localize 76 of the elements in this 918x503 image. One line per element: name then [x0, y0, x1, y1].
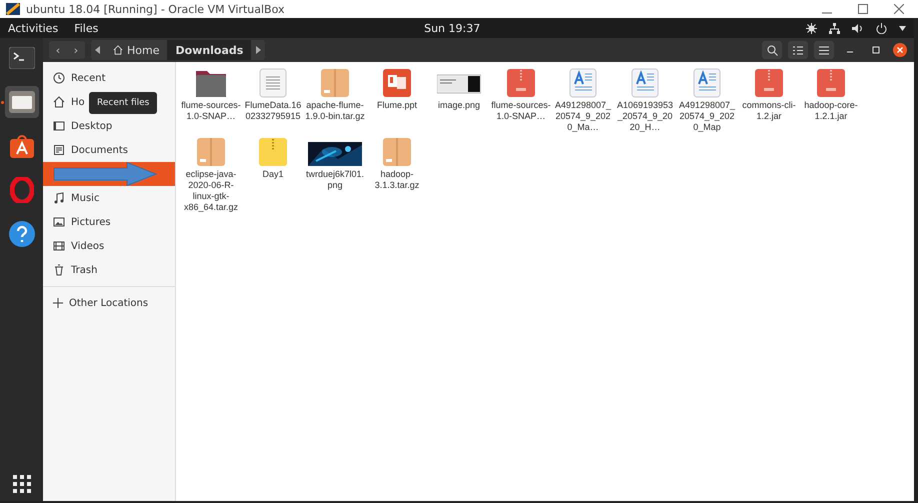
list-icon — [793, 46, 803, 54]
tooltip: Recent files — [89, 92, 158, 114]
file-name[interactable]: eclipse-java-2020-06-R-linux-gtk-x86_64.tar.gz — [181, 169, 241, 213]
text-file-icon — [257, 68, 289, 98]
document-icon — [629, 68, 661, 98]
archive-icon — [195, 137, 227, 167]
volume-icon[interactable] — [852, 22, 864, 34]
sidebar-item[interactable]: Desktop — [43, 114, 175, 138]
file-name[interactable]: A1069193953_20574_9_2020_H… — [615, 100, 675, 133]
file-name[interactable]: A491298007_20574_9_2020_Ma… — [553, 100, 613, 133]
menu-button[interactable] — [814, 41, 834, 59]
close-icon[interactable] — [892, 42, 908, 58]
accessibility-icon[interactable] — [806, 22, 817, 34]
search-button[interactable] — [762, 41, 782, 59]
archive-icon — [381, 137, 413, 167]
music-icon — [53, 192, 65, 204]
caret-icon[interactable] — [899, 26, 906, 30]
files-menu[interactable]: Files — [74, 22, 98, 34]
file-name[interactable]: hadoop-3.1.3.tar.gz — [367, 169, 427, 191]
ring-icon[interactable] — [10, 177, 34, 203]
activities-button[interactable]: Activities — [8, 22, 58, 34]
folder-icon[interactable] — [8, 91, 34, 113]
app-logo-icon — [6, 3, 20, 15]
desktop-icon — [53, 120, 65, 132]
file-name[interactable]: hadoop-core-1.2.1.jar — [801, 100, 861, 122]
file-name[interactable]: flume-sources-1.0-SNAP… — [491, 100, 551, 122]
network-icon[interactable] — [829, 22, 840, 34]
presentation-icon — [381, 68, 413, 98]
home-icon — [53, 96, 65, 108]
file-name[interactable]: flume-sources-1.0-SNAP… — [181, 100, 241, 122]
archive-icon — [319, 68, 351, 98]
help-icon[interactable] — [8, 221, 34, 247]
plus-icon — [53, 298, 63, 308]
videos-icon — [53, 240, 65, 252]
back-button[interactable]: ‹ — [49, 41, 67, 59]
sidebar-item[interactable]: Music — [43, 186, 175, 210]
folder-icon — [195, 68, 227, 98]
list-view-button[interactable] — [788, 41, 808, 59]
app-grid-icon[interactable] — [12, 475, 30, 493]
jar-archive-icon — [505, 68, 537, 98]
window-title: ubuntu 18.04 [Running] - Oracle VM VirtualBox — [26, 2, 284, 16]
file-name[interactable]: FlumeData.1602332795915 — [243, 100, 303, 122]
path-button[interactable]: Home — [105, 40, 168, 60]
clock[interactable]: Sun 19:37 — [114, 22, 790, 34]
sidebar-item[interactable]: Recent — [43, 66, 175, 90]
file-name[interactable]: A491298007_20574_9_2020_Map — [677, 100, 737, 133]
sidebar-item[interactable]: Pictures — [43, 210, 175, 234]
recent-icon — [53, 72, 65, 84]
terminal-icon[interactable] — [8, 47, 34, 69]
document-icon — [691, 68, 723, 98]
forward-button[interactable]: › — [67, 41, 85, 59]
sidebar-item[interactable]: Other Locations — [43, 291, 175, 315]
sidebar-item[interactable]: Videos — [43, 234, 175, 258]
documents-icon — [53, 144, 65, 156]
file-name[interactable]: apache-flume-1.9.0-bin.tar.gz — [305, 100, 365, 122]
shopping-bag-icon[interactable] — [10, 134, 34, 158]
search-icon — [766, 44, 778, 56]
menu-icon — [819, 46, 829, 54]
jar-archive-icon — [753, 68, 785, 98]
maximize-icon[interactable] — [858, 4, 868, 14]
file-name[interactable]: commons-cli-1.2.jar — [739, 100, 799, 122]
file-name[interactable]: Flume.ppt — [367, 100, 427, 111]
trash-icon — [53, 264, 65, 276]
home-icon — [113, 45, 123, 55]
sidebar-item[interactable]: Trash — [43, 258, 175, 282]
path-button[interactable]: Downloads — [167, 40, 252, 60]
close-icon[interactable] — [894, 4, 904, 14]
file-name[interactable]: image.png — [429, 100, 489, 111]
jar-archive-icon — [815, 68, 847, 98]
power-icon[interactable] — [876, 22, 887, 34]
document-icon — [567, 68, 599, 98]
sidebar-item[interactable]: Documents — [43, 138, 175, 162]
file-name[interactable]: Day1 — [243, 169, 303, 180]
pictures-icon — [53, 216, 65, 228]
zip-folder-icon — [257, 137, 289, 167]
file-name[interactable]: twrduej6k7l01.png — [305, 169, 365, 191]
